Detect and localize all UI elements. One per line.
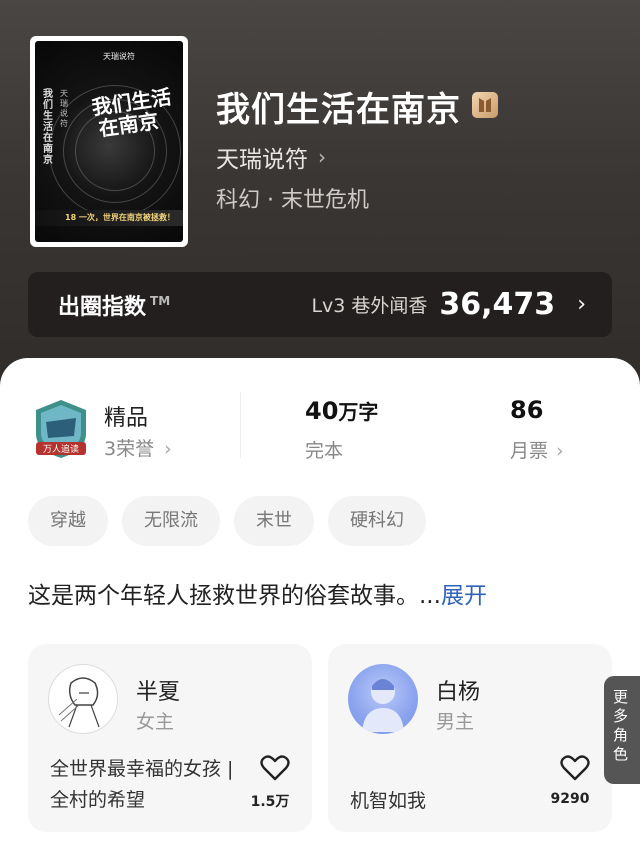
author-link[interactable]: 天瑞说符 › [216,140,326,174]
book-genre: 科幻 · 末世危机 [216,188,369,213]
divider [240,392,241,458]
book-cover[interactable]: 天瑞说符 我们生活在南京 天瑞说符 我们生活 在南京 18 一次，世界在南京被拯… [30,36,188,247]
like-count: 9290 [550,791,590,807]
avatar [348,664,418,734]
monthly-ticket-count: 86 [510,396,544,424]
index-level: Lv3 巷外闻香 [311,295,428,317]
book-title: 我们生活在南京 [216,90,461,130]
title-badge-icon [472,92,498,118]
chevron-right-icon: › [556,440,564,462]
book-detail-card: 万人追读 精品 3荣誉 › 40万字 完本 86 月票 › 穿越 无限流 末世 硬科… [0,358,640,844]
character-role: 男主 [436,711,475,733]
synopsis: 这是两个年轻人拯救世界的俗套故事。...展开 [28,576,487,610]
tag-chip[interactable]: 穿越 [28,496,108,546]
honor-emblem-icon[interactable]: 万人追读 [32,398,90,460]
completion-status: 完本 [305,440,344,462]
word-count: 40万字 [305,397,379,425]
character-role: 女主 [136,711,175,733]
character-card[interactable]: 白杨 男主 机智如我 9290 [328,644,612,832]
book-cover-art: 天瑞说符 我们生活在南京 天瑞说符 我们生活 在南京 18 一次，世界在南京被拯… [35,41,183,242]
chevron-right-icon: › [318,145,326,169]
cover-spine-title: 我们生活在南京 [43,89,53,166]
index-label: 出圈指数 TM [58,294,171,320]
svg-text:万人追读: 万人追读 [43,443,79,455]
heart-outline-icon[interactable] [260,754,290,782]
cover-author: 天瑞说符 [103,52,135,61]
character-name: 半夏 [136,680,181,705]
trademark-mark: TM [150,294,171,309]
chevron-right-icon: › [164,438,172,460]
heart-outline-icon[interactable] [560,754,590,782]
cover-band: 18 一次，世界在南京被拯救！ [35,210,183,226]
popularity-index-bar[interactable]: 出圈指数 TM Lv3 巷外闻香 36,473 › [28,272,612,337]
tag-chip[interactable]: 硬科幻 [328,496,426,546]
more-characters-button[interactable]: 更多角色 [604,676,640,784]
character-name: 白杨 [436,680,481,705]
like-count: 1.5万 [250,794,290,810]
cover-spine-author: 天瑞说符 [60,89,68,128]
author-name: 天瑞说符 [216,147,308,173]
character-desc: 机智如我 [350,790,427,812]
tag-chip[interactable]: 末世 [234,496,314,546]
character-desc: 全世界最幸福的女孩 | 全村的希望 [50,758,234,811]
synopsis-text: 这是两个年轻人拯救世界的俗套故事。... [28,583,441,609]
index-value: 36,473 [439,287,556,322]
character-card[interactable]: 半夏 女主 全世界最幸福的女孩 | 全村的希望 1.5万 [28,644,312,832]
tag-list: 穿越 无限流 末世 硬科幻 [28,496,440,546]
tag-chip[interactable]: 无限流 [122,496,220,546]
expand-link[interactable]: 展开 [441,583,487,609]
chevron-right-icon: › [577,292,586,317]
avatar [48,664,118,734]
monthly-ticket-link[interactable]: 月票 › [510,436,564,463]
honor-link[interactable]: 3荣誉 › [104,434,172,461]
honor-title: 精品 [104,406,149,431]
